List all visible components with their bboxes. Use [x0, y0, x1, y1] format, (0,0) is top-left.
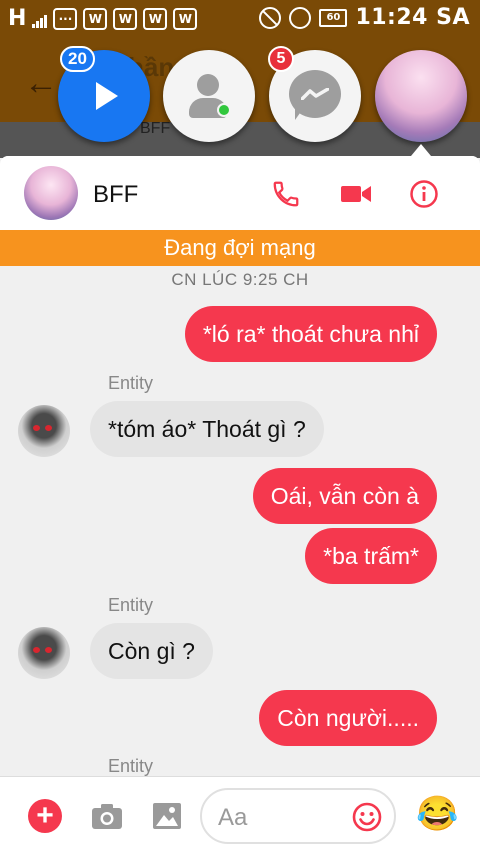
- contact-name[interactable]: BFF: [93, 181, 138, 209]
- laughing-emoji-icon[interactable]: 😂: [416, 797, 458, 831]
- message-notification-icon: ···: [53, 7, 78, 30]
- incoming-message[interactable]: Còn gì ?: [90, 623, 213, 679]
- message-input[interactable]: Aa: [200, 788, 396, 844]
- contact-avatar[interactable]: [18, 405, 70, 457]
- alarm-icon: [289, 6, 312, 29]
- notification-icon-2: W: [113, 7, 138, 30]
- incoming-message[interactable]: *tóm áo* Thoát gì ?: [90, 401, 324, 457]
- smiley-icon[interactable]: [352, 802, 382, 832]
- signal-icon: [32, 10, 48, 28]
- status-bar: H ··· W W W W 60 11:24 SA: [0, 0, 480, 38]
- notification-icon-4: W: [173, 7, 198, 30]
- play-icon: [96, 82, 118, 110]
- unread-badge: 20: [60, 46, 95, 72]
- person-icon: [197, 74, 219, 96]
- do-not-disturb-icon: [259, 6, 282, 29]
- chat-window: BFF Đang đợi mạng CN LÚC 9:25 CH *ló ra*…: [0, 156, 480, 854]
- status-right: 60 11:24 SA: [259, 5, 470, 30]
- message-composer: + Aa 😂: [0, 776, 480, 854]
- background-sub-label: BFF: [140, 120, 171, 137]
- messenger-icon-tail: [295, 106, 305, 120]
- photo-icon[interactable]: [150, 799, 184, 833]
- active-contacts-head[interactable]: [163, 50, 255, 142]
- video-camera-icon[interactable]: [340, 178, 372, 210]
- active-head-pointer: [411, 144, 431, 156]
- network-status-banner: Đang đợi mạng: [0, 230, 480, 266]
- arrow-left-icon: ←: [24, 64, 58, 102]
- avatar[interactable]: [24, 166, 78, 220]
- phone-icon[interactable]: [270, 178, 302, 210]
- chat-header: BFF: [0, 156, 480, 230]
- outgoing-message[interactable]: Còn người.....: [259, 690, 437, 746]
- sender-name: Entity: [108, 595, 154, 615]
- outgoing-message[interactable]: Oái, vẫn còn à: [252, 468, 437, 524]
- outgoing-message[interactable]: *ló ra* thoát chưa nhỉ: [184, 306, 437, 362]
- plus-icon[interactable]: +: [28, 799, 62, 833]
- info-icon[interactable]: [408, 178, 440, 210]
- online-indicator: [217, 103, 231, 117]
- unread-badge: 5: [268, 46, 294, 72]
- sender-name: Entity: [108, 756, 154, 776]
- messenger-bolt-icon: [301, 88, 329, 100]
- bff-head[interactable]: [375, 50, 467, 142]
- network-type-label: H: [8, 6, 27, 31]
- battery-icon: 60: [319, 8, 348, 27]
- contact-avatar[interactable]: [18, 627, 70, 679]
- status-left: H ··· W W W W: [8, 6, 198, 31]
- message-placeholder: Aa: [218, 804, 248, 831]
- status-time: 11:24 SA: [355, 5, 470, 30]
- notification-icon-3: W: [143, 7, 168, 30]
- sender-name: Entity: [108, 373, 154, 393]
- notification-icon-1: W: [83, 7, 108, 30]
- outgoing-message[interactable]: *ba trấm*: [305, 528, 437, 584]
- message-timestamp: CN LÚC 9:25 CH: [171, 270, 309, 289]
- camera-icon[interactable]: [90, 799, 124, 833]
